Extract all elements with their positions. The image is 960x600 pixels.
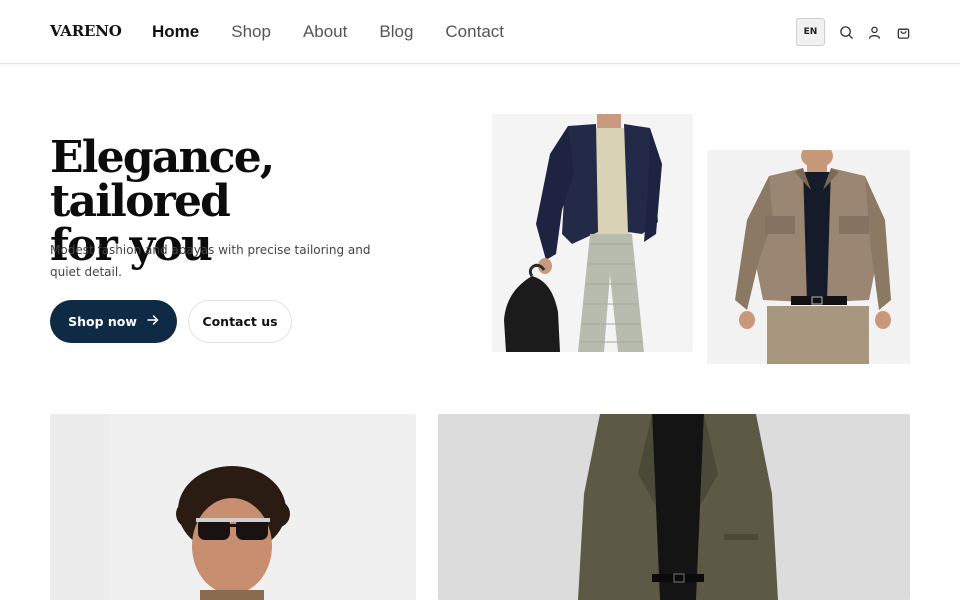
language-selector[interactable]: EN bbox=[796, 18, 825, 46]
nav-item-contact[interactable]: Contact bbox=[445, 20, 504, 44]
shopping-bag-icon[interactable] bbox=[895, 24, 911, 40]
brand-logo[interactable]: VARENO bbox=[50, 22, 122, 40]
site-header: VARENO Home Shop About Blog Contact EN bbox=[0, 0, 960, 64]
hero-image-navy-jacket[interactable] bbox=[492, 114, 693, 352]
main-nav: Home Shop About Blog Contact bbox=[152, 20, 536, 44]
lookbook-image-sunglasses-portrait[interactable] bbox=[50, 414, 416, 600]
nav-item-blog[interactable]: Blog bbox=[379, 20, 413, 44]
user-icon[interactable] bbox=[866, 24, 882, 40]
arrow-right-icon bbox=[147, 314, 159, 329]
hero-image-brown-jacket[interactable] bbox=[707, 150, 910, 364]
contact-us-button[interactable]: Contact us bbox=[188, 300, 292, 343]
shop-now-label: Shop now bbox=[68, 314, 137, 329]
nav-item-shop[interactable]: Shop bbox=[231, 20, 271, 44]
lookbook-image-olive-blazer[interactable] bbox=[438, 414, 910, 600]
nav-item-about[interactable]: About bbox=[303, 20, 347, 44]
hero-title-line-1: Elegance, tailored bbox=[50, 132, 275, 227]
shop-now-button[interactable]: Shop now bbox=[50, 300, 177, 343]
nav-item-home[interactable]: Home bbox=[152, 20, 199, 44]
hero-subtitle: Modest fashion and abayas with precise t… bbox=[50, 243, 371, 279]
search-icon[interactable] bbox=[838, 24, 854, 40]
